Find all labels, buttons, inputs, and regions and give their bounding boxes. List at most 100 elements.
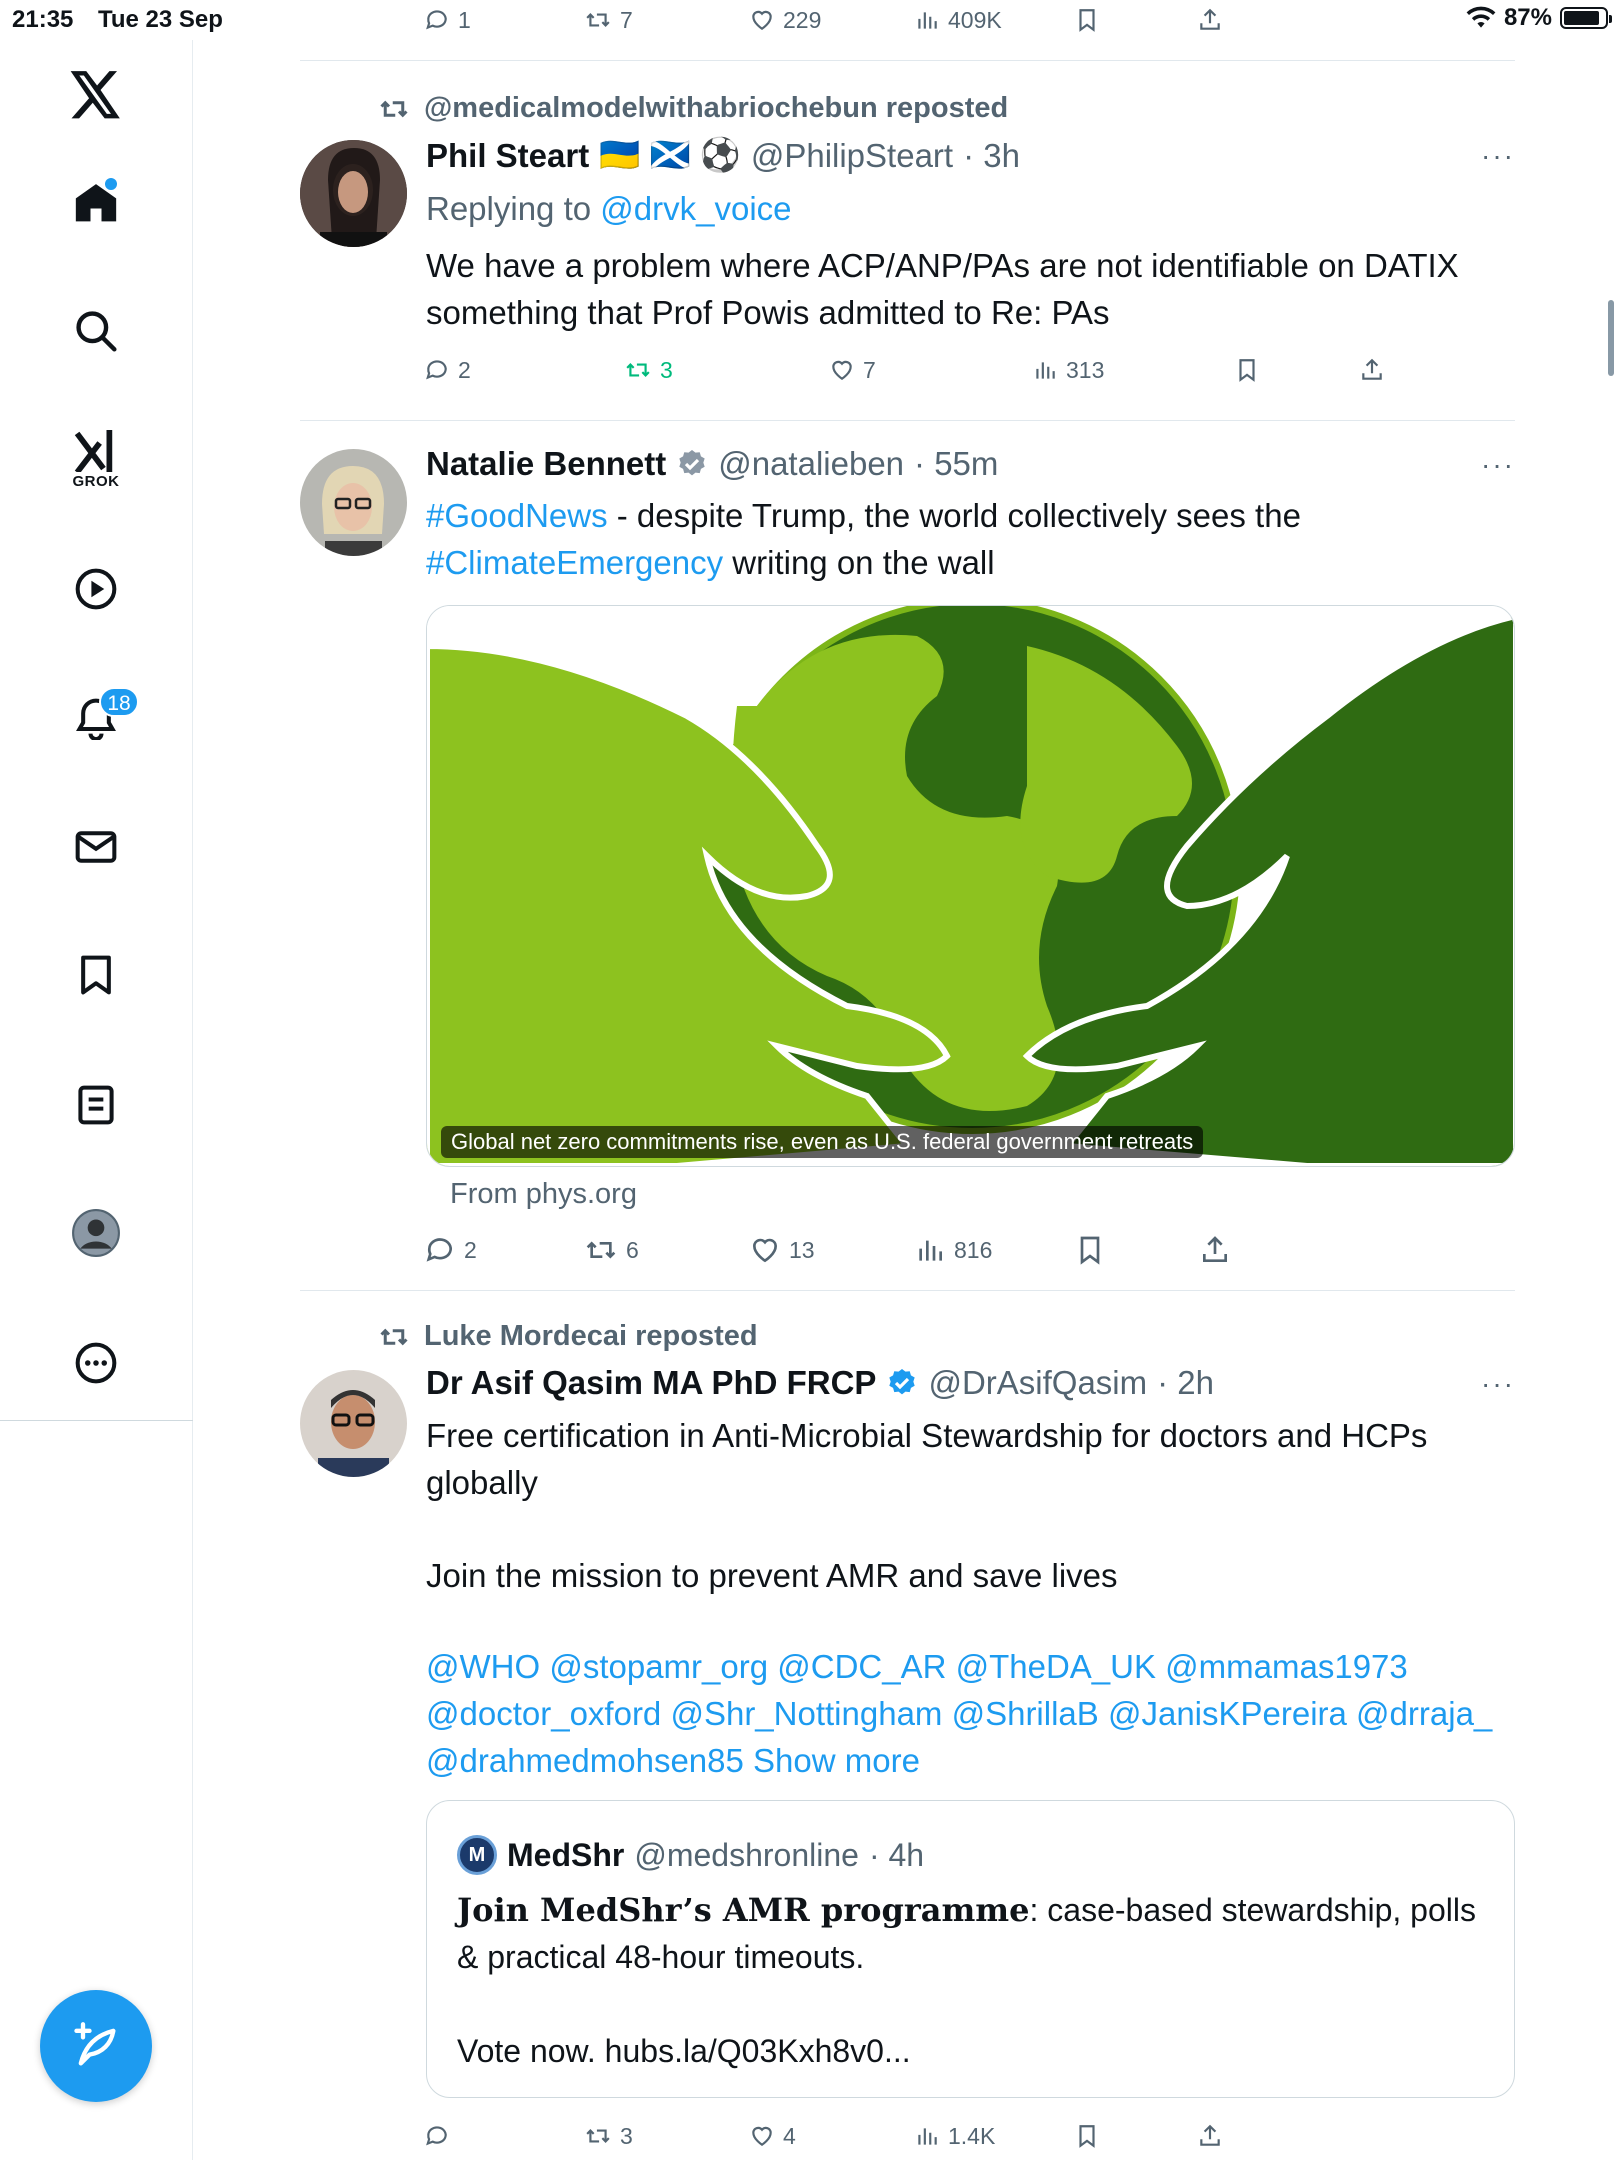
avatar[interactable] xyxy=(300,1370,407,1477)
repost-button[interactable]: 7 xyxy=(584,2,633,38)
display-name[interactable]: Phil Steart xyxy=(426,137,589,175)
post-time[interactable]: · 55m xyxy=(914,445,998,483)
views-button[interactable]: 313 xyxy=(1032,352,1104,388)
scrollbar[interactable] xyxy=(1608,300,1614,376)
notifications-badge: 18 xyxy=(99,687,139,717)
media-caption: Global net zero commitments rise, even a… xyxy=(441,1126,1204,1158)
quoted-handle[interactable]: @medshronline xyxy=(634,1837,859,1874)
link-source[interactable]: From phys.org xyxy=(450,1178,637,1211)
more-options-icon[interactable] xyxy=(61,1328,131,1398)
like-count: 7 xyxy=(863,356,876,383)
post-actions: 2 3 7 313 xyxy=(424,352,1514,388)
quoted-text: Join MedShr’s AMR programme: case-based … xyxy=(457,1887,1497,2075)
sidebar: GROK 18 xyxy=(0,40,193,2160)
more-icon[interactable]: ··· xyxy=(1481,1368,1515,1400)
views-button[interactable]: 1.4K xyxy=(914,2118,995,2154)
post-time[interactable]: · 2h xyxy=(1157,1364,1214,1402)
avatar[interactable] xyxy=(300,140,407,247)
more-icon[interactable]: ··· xyxy=(1481,449,1515,481)
more-icon[interactable]: ··· xyxy=(1481,140,1515,172)
mentions-line[interactable]: @drahmedmohsen85 xyxy=(426,1742,744,1779)
messages-icon[interactable] xyxy=(61,812,131,882)
verified-badge-icon xyxy=(679,450,705,476)
views-icon xyxy=(918,12,937,29)
earth-hands-illustration xyxy=(427,606,1514,1166)
like-button[interactable]: 13 xyxy=(749,1232,815,1268)
link-card-image[interactable]: Global net zero commitments rise, even a… xyxy=(426,605,1515,1167)
like-count: 4 xyxy=(783,2122,796,2149)
repost-context[interactable]: @medicalmodelwithabriochebun reposted xyxy=(378,92,1008,125)
post-text: #GoodNews - despite Trump, the world col… xyxy=(426,492,1516,586)
repost-icon xyxy=(586,2129,610,2143)
reply-button[interactable]: 1 xyxy=(424,2,471,38)
handle[interactable]: @PhilipSteart xyxy=(751,137,953,175)
views-count: 1.4K xyxy=(948,2122,996,2149)
repost-button[interactable]: 3 xyxy=(584,2118,633,2154)
repost-count: 6 xyxy=(626,1236,639,1263)
bookmark-icon xyxy=(1079,9,1095,32)
profile-avatar-icon[interactable] xyxy=(61,1198,131,1268)
like-button[interactable]: 229 xyxy=(749,2,821,38)
views-button[interactable]: 409K xyxy=(914,2,1002,38)
repost-count: 7 xyxy=(620,6,633,33)
repost-count: 3 xyxy=(660,356,673,383)
heart-icon xyxy=(832,360,852,380)
divider xyxy=(300,60,1515,61)
reply-icon xyxy=(426,10,447,30)
battery-fill xyxy=(1564,11,1599,25)
status-time: 21:35 xyxy=(12,6,74,33)
lists-icon[interactable] xyxy=(61,1070,131,1140)
name-emoji: 🇺🇦 🏴󠁧󠁢󠁳󠁣󠁴󠁿 ⚽ xyxy=(599,136,741,173)
battery-icon xyxy=(1560,7,1612,29)
bookmark-button[interactable] xyxy=(1074,2118,1100,2154)
search-icon[interactable] xyxy=(61,296,131,366)
quoted-name[interactable]: MedShr xyxy=(507,1837,624,1874)
post-time[interactable]: · 3h xyxy=(963,137,1020,175)
repost-button[interactable]: 6 xyxy=(584,1232,639,1268)
share-button[interactable] xyxy=(1199,1232,1231,1268)
share-button[interactable] xyxy=(1359,352,1385,388)
reply-button[interactable]: 2 xyxy=(424,1232,477,1268)
video-icon[interactable] xyxy=(61,554,131,624)
reply-icon xyxy=(426,2126,447,2146)
mentions-line[interactable]: @WHO @stopamr_org @CDC_AR @TheDA_UK @mma… xyxy=(426,1648,1408,1685)
views-count: 313 xyxy=(1066,356,1105,383)
display-name[interactable]: Natalie Bennett xyxy=(426,445,666,483)
heart-icon xyxy=(752,10,772,30)
replying-handle[interactable]: @drvk_voice xyxy=(600,190,791,227)
share-button[interactable] xyxy=(1197,2118,1223,2154)
show-more-link[interactable]: Show more xyxy=(753,1742,920,1779)
display-name[interactable]: Dr Asif Qasim MA PhD FRCP xyxy=(426,1364,876,1402)
quoted-post[interactable]: M MedShr @medshronline · 4h Join MedShr’… xyxy=(426,1800,1515,2098)
share-icon xyxy=(1362,358,1382,380)
compose-button[interactable] xyxy=(40,1990,152,2102)
grok-label: GROK xyxy=(72,473,120,490)
grok-icon[interactable]: GROK xyxy=(61,425,131,495)
bookmarks-icon[interactable] xyxy=(61,940,131,1010)
share-button[interactable] xyxy=(1197,2,1223,38)
bookmark-button[interactable] xyxy=(1234,352,1260,388)
handle[interactable]: @natalieben xyxy=(718,445,904,483)
mentions-line[interactable]: @doctor_oxford @Shr_Nottingham @ShrillaB… xyxy=(426,1695,1492,1732)
bookmark-icon xyxy=(1079,2125,1095,2148)
like-button[interactable]: 7 xyxy=(829,352,876,388)
home-icon[interactable] xyxy=(61,168,131,238)
hashtag[interactable]: #ClimateEmergency xyxy=(426,544,723,581)
like-button[interactable]: 4 xyxy=(749,2118,796,2154)
reply-button[interactable] xyxy=(424,2118,458,2154)
replying-to: Replying to @drvk_voice xyxy=(426,185,1516,232)
share-icon xyxy=(1203,1236,1227,1262)
bookmark-icon xyxy=(1239,359,1255,382)
medshr-logo-icon: M xyxy=(457,1835,497,1875)
x-logo-icon[interactable] xyxy=(61,60,131,130)
handle[interactable]: @DrAsifQasim xyxy=(928,1364,1147,1402)
reply-button[interactable]: 2 xyxy=(424,352,471,388)
avatar[interactable] xyxy=(300,449,407,556)
views-button[interactable]: 816 xyxy=(914,1232,992,1268)
repost-context[interactable]: Luke Mordecai reposted xyxy=(378,1320,758,1353)
notifications-icon[interactable]: 18 xyxy=(61,683,139,753)
hashtag[interactable]: #GoodNews xyxy=(426,497,608,534)
repost-button[interactable]: 3 xyxy=(624,352,673,388)
bookmark-button[interactable] xyxy=(1074,1232,1106,1268)
bookmark-button[interactable] xyxy=(1074,2,1100,38)
